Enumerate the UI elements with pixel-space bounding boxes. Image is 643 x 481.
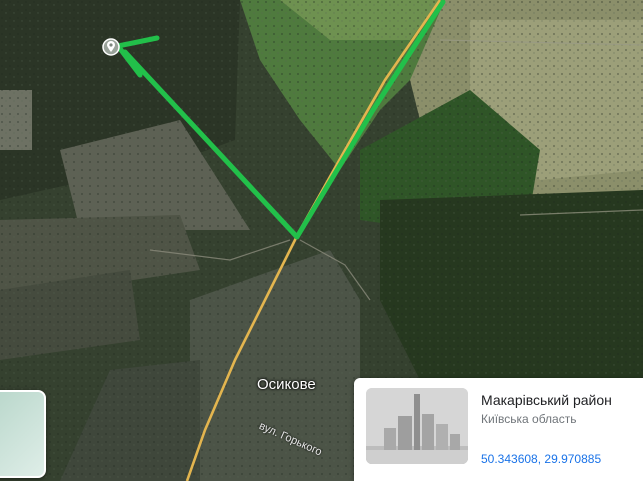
layers-toggle-button[interactable] (0, 390, 46, 478)
card-coordinates[interactable]: 50.343608, 29.970885 (481, 452, 601, 466)
card-title: Макарівський район (481, 392, 612, 408)
city-buildings-icon (366, 388, 468, 464)
card-subtitle: Київська область (481, 412, 577, 426)
place-label: Осикове (257, 376, 316, 393)
location-info-card[interactable]: Макарівський район Київська область 50.3… (354, 378, 643, 481)
location-pin-icon[interactable] (102, 38, 120, 56)
